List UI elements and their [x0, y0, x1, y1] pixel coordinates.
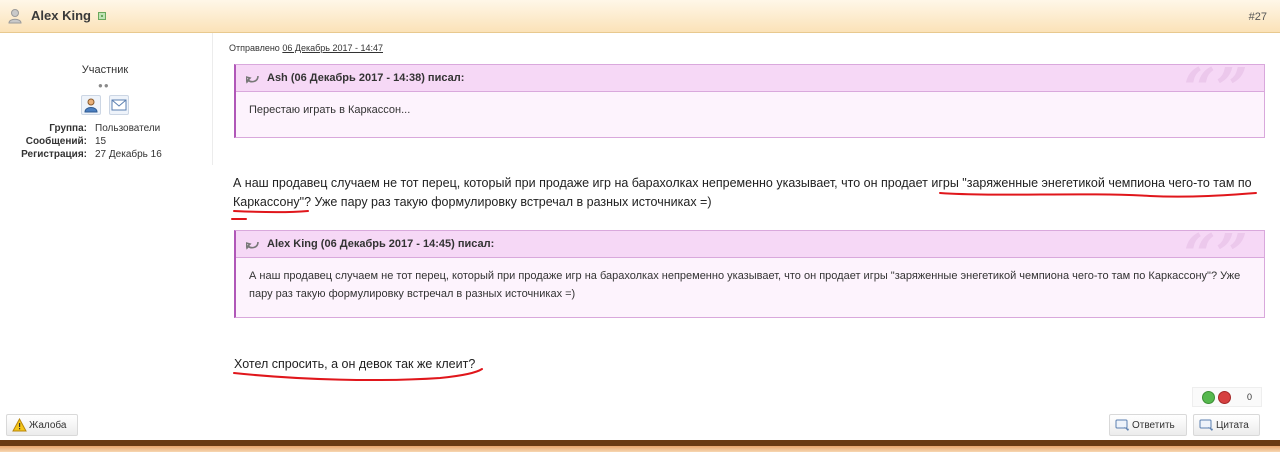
warning-icon	[12, 418, 27, 432]
reply-button[interactable]: Ответить	[1109, 414, 1187, 436]
quote-header: Alex King (06 Декабрь 2017 - 14:45) писа…	[236, 227, 1264, 283]
post-paragraph: А наш продавец случаем не тот перец, кот…	[233, 176, 1252, 209]
reply-icon	[1115, 419, 1129, 431]
post-paragraph: Хотел спросить, а он девок так же клеит?	[234, 357, 476, 371]
info-row-posts: Сообщений: 15	[0, 135, 210, 148]
report-label: Жалоба	[29, 419, 67, 431]
snapback-arrow-icon[interactable]	[246, 239, 260, 251]
rank-pips: ●●	[98, 81, 110, 90]
info-value: Пользователи	[95, 123, 161, 134]
profile-card-icon[interactable]	[81, 95, 101, 115]
info-label: Сообщений:	[25, 136, 87, 147]
sent-label: Отправлено	[229, 43, 280, 53]
quote-header: Ash (06 Декабрь 2017 - 14:38) писал: “”	[236, 61, 1264, 117]
footer-divider	[0, 440, 1280, 452]
post-author-link[interactable]: Alex King	[31, 8, 91, 23]
quote-label: Цитата	[1216, 419, 1249, 431]
rating-count: 0	[1247, 392, 1253, 402]
online-status-icon	[98, 12, 106, 20]
quote-button[interactable]: Цитата	[1193, 414, 1260, 436]
post-header: Alex King #27	[0, 0, 1280, 33]
quote-text: Перестаю играть в Каркассон...	[249, 104, 411, 116]
quote-marks-icon: “”	[1183, 222, 1248, 288]
rate-down-icon[interactable]	[1218, 391, 1231, 404]
quote-marks-icon: “”	[1183, 56, 1248, 122]
info-row-registration: Регистрация: 27 Декабрь 16	[0, 148, 210, 161]
post-date-link[interactable]: 06 Декабрь 2017 - 14:47	[282, 43, 383, 53]
user-icon	[8, 9, 22, 24]
member-role: Участник	[81, 64, 129, 76]
quote-citation: Ash (06 Декабрь 2017 - 14:38) писал:	[267, 72, 465, 84]
post-rating: 0	[1192, 387, 1262, 407]
post-sent-info: Отправлено 06 Декабрь 2017 - 14:47	[229, 43, 383, 53]
reply-label: Ответить	[1132, 419, 1175, 431]
quote-block: Alex King (06 Декабрь 2017 - 14:45) писа…	[234, 227, 1265, 318]
report-button[interactable]: Жалоба	[6, 414, 78, 436]
info-value: 15	[95, 136, 107, 147]
rate-up-icon[interactable]	[1202, 391, 1215, 404]
info-label: Регистрация:	[21, 149, 87, 160]
profile-info: Группа: Пользователи Сообщений: 15 Регис…	[0, 122, 210, 161]
info-value: 27 Декабрь 16	[95, 149, 162, 160]
quote-text: А наш продавец случаем не тот перец, кот…	[249, 270, 1241, 300]
info-label: Группа:	[49, 123, 87, 134]
author-profile-panel: Участник ●● Группа: Пользователи Сообщен…	[0, 33, 213, 165]
quote-block: Ash (06 Декабрь 2017 - 14:38) писал: “” …	[234, 61, 1265, 138]
post-number-link[interactable]: #27	[1249, 11, 1267, 23]
quote-icon	[1199, 419, 1213, 431]
quote-citation: Alex King (06 Декабрь 2017 - 14:45) писа…	[267, 238, 495, 250]
snapback-arrow-icon[interactable]	[246, 73, 260, 85]
info-row-group: Группа: Пользователи	[0, 122, 210, 135]
send-message-icon[interactable]	[109, 95, 129, 115]
